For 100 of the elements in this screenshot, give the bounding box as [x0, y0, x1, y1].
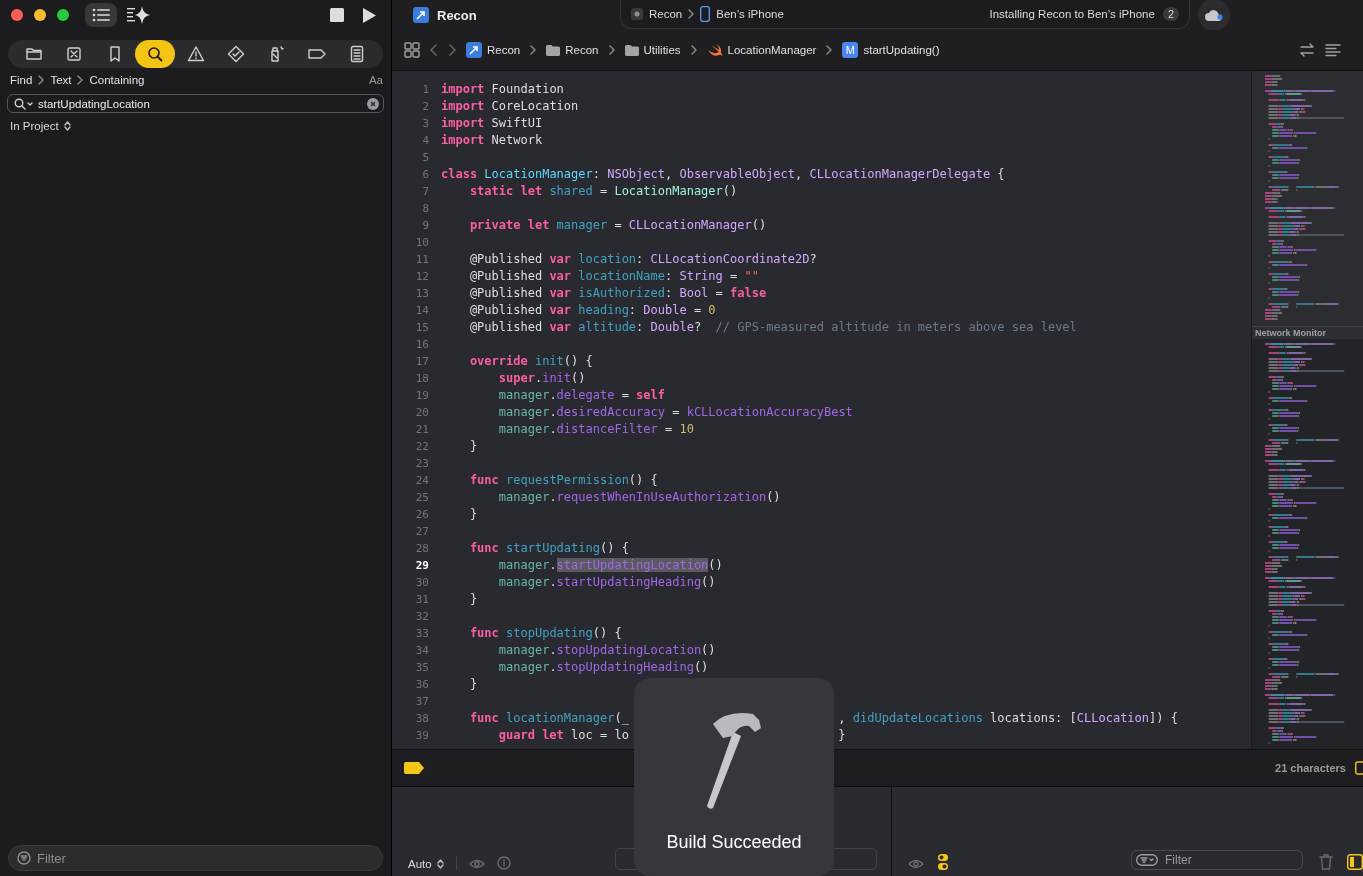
chevron-icon [530, 45, 537, 55]
close-button[interactable] [11, 9, 23, 21]
minimize-button[interactable] [34, 9, 46, 21]
trash-icon[interactable] [1319, 854, 1333, 870]
navigator-tab[interactable] [135, 40, 176, 68]
breadcrumb-item[interactable]: Recon [546, 44, 599, 56]
code-line: manager.requestWhenInUseAuthorization() [497, 489, 781, 506]
chevron-icon [688, 8, 695, 19]
code-line: func startUpdating() { [468, 540, 629, 557]
chevron-icon [608, 45, 615, 55]
toggle-icon[interactable] [938, 854, 948, 870]
info-icon[interactable] [496, 856, 511, 870]
line-number: 35 [414, 660, 429, 676]
line-number: 37 [414, 694, 429, 710]
code-line: @Published var heading: Double = 0 [468, 302, 716, 319]
code-line: super.init() [497, 370, 586, 387]
line-number: 34 [414, 643, 429, 659]
scope-selector[interactable]: In Project [10, 120, 71, 132]
code-line: override init() { [468, 353, 593, 370]
document-icon [348, 45, 366, 63]
search-field[interactable]: startUpdatingLocation [7, 94, 384, 113]
code-line: static let shared = LocationManager() [468, 183, 738, 200]
filter-field[interactable]: Filter [1131, 850, 1303, 870]
find-mode-item[interactable]: Find [10, 74, 33, 86]
breadcrumb-item[interactable]: Recon [466, 42, 521, 58]
lines-icon[interactable] [1325, 43, 1341, 57]
line-number: 25 [414, 490, 429, 506]
chevron-icon [826, 45, 833, 55]
sidebar-toggle-button[interactable] [85, 3, 117, 27]
up-down-icon [63, 121, 71, 131]
code-line: manager.startUpdatingHeading() [497, 574, 716, 591]
code-line: manager.stopUpdatingHeading() [497, 659, 709, 676]
panel-icon[interactable] [1347, 854, 1363, 870]
mode-selector[interactable]: Auto [408, 858, 444, 870]
find-mode-item[interactable]: Text [50, 74, 72, 86]
method-badge: M [842, 42, 859, 58]
line-number: 15 [414, 320, 429, 336]
cloud-icon [1204, 8, 1224, 22]
x-square-icon [65, 45, 84, 63]
grid-icon[interactable] [404, 42, 420, 58]
code-line: manager.desiredAccuracy = kCLLocationAccuracyBest [497, 404, 853, 421]
line-number: 5 [421, 150, 429, 166]
forward-icon[interactable] [448, 44, 456, 56]
code-line: guard let loc = lo } [497, 727, 846, 744]
line-number: 38 [414, 711, 429, 727]
line-number: 28 [414, 541, 429, 557]
clear-icon[interactable] [367, 98, 379, 110]
filter-field[interactable]: Filter [8, 845, 383, 871]
match-case-button[interactable]: Aa [368, 74, 383, 86]
build-status-message: Build Succeeded [666, 832, 802, 853]
find-mode-item[interactable]: Containing [89, 74, 145, 86]
line-number: 9 [421, 218, 429, 234]
back-icon[interactable] [430, 44, 438, 56]
line-number: 24 [414, 473, 429, 489]
line-number: 17 [414, 354, 429, 370]
line-number: 11 [414, 252, 429, 268]
scheme-selector[interactable]: Recon [631, 7, 683, 20]
minimap-drawing[interactable] [1252, 71, 1363, 326]
swap-arrows-icon[interactable] [1299, 42, 1315, 58]
code-line: import SwiftUI [441, 115, 543, 132]
breadcrumb-item[interactable]: LocationManager [706, 43, 817, 57]
line-number: 21 [414, 422, 429, 438]
phone-icon [700, 5, 711, 22]
app-icon [413, 7, 429, 23]
tag-icon[interactable] [404, 762, 424, 774]
search-options-icon[interactable] [14, 98, 34, 110]
code-line: @Published var isAuthorized: Bool = false [468, 285, 767, 302]
minimap-section-label: Network Monitor [1252, 326, 1363, 339]
breadcrumb-item[interactable]: M startUpdating() [842, 42, 940, 58]
line-number: 7 [421, 184, 429, 200]
line-number: 2 [421, 99, 429, 115]
code-line: func stopUpdating() { [468, 625, 622, 642]
stop-icon [330, 8, 344, 22]
list-icon [92, 8, 110, 22]
line-number: 16 [414, 337, 429, 353]
breadcrumb-item[interactable]: Utilities [624, 44, 681, 56]
zoom-button[interactable] [57, 9, 69, 21]
eye-icon[interactable] [468, 858, 485, 870]
line-number: 22 [414, 439, 429, 455]
code-line: } [468, 506, 478, 523]
chevron-icon [690, 45, 697, 55]
code-line: func locationManager(_ , didUpdateLocations locations: [CLLocation]) { [468, 710, 1178, 727]
warning-icon [186, 45, 205, 63]
folder-icon [546, 44, 561, 56]
line-number: 27 [414, 524, 429, 540]
code-line: @Published var altitude: Double? // GPS-measured altitude in meters above sea level [468, 319, 1077, 336]
eye-icon[interactable] [908, 858, 924, 870]
selection-info: 21 characters [1275, 762, 1346, 774]
line-number: 30 [414, 575, 429, 591]
folder-icon [25, 45, 43, 63]
line-number: 3 [421, 116, 429, 132]
filter-menu-icon[interactable] [1136, 854, 1158, 866]
line-number: 19 [414, 388, 429, 404]
code-line: import CoreLocation [441, 98, 579, 115]
destination-selector[interactable]: Ben’s iPhone [700, 5, 784, 22]
cloud-button[interactable] [1198, 0, 1230, 31]
panel-icon[interactable] [1355, 760, 1363, 776]
code-line: } [468, 676, 478, 693]
code-line: import Foundation [441, 81, 564, 98]
code-line: class LocationManager: NSObject, ObservableObject, CLLocationManagerDelegate { [441, 166, 1005, 183]
